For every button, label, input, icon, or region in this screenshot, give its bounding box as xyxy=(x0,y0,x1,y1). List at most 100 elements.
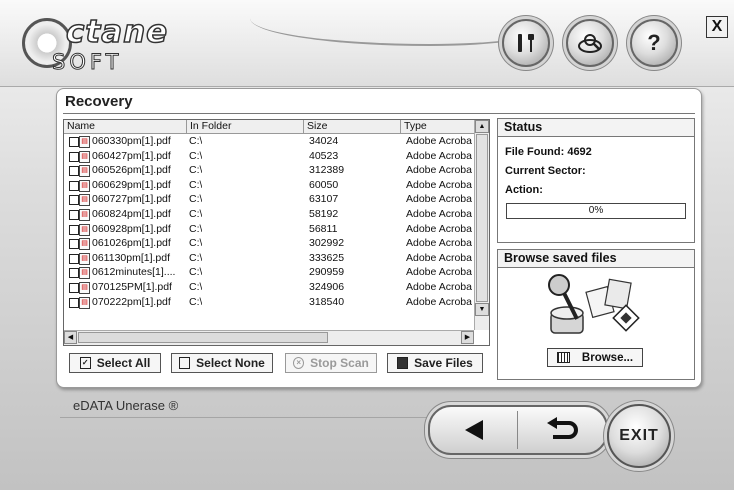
table-row[interactable]: ▤ 060928pm[1].pdf C:\ 56811 Adobe Acroba xyxy=(64,222,474,237)
octane-soft-logo: ctane SOFT xyxy=(22,13,168,75)
row-checkbox[interactable] xyxy=(69,151,79,162)
scan-button[interactable] xyxy=(566,19,614,67)
return-arrow-icon xyxy=(546,417,578,439)
row-folder: C:\ xyxy=(189,237,203,250)
row-checkbox[interactable] xyxy=(69,297,79,308)
row-size: 302992 xyxy=(309,237,345,250)
row-name: 060526pm[1].pdf xyxy=(92,164,171,177)
select-none-button[interactable]: Select None xyxy=(171,353,273,373)
row-size: 60050 xyxy=(309,178,339,191)
row-name: 060629pm[1].pdf xyxy=(92,178,171,191)
row-type: Adobe Acroba xyxy=(406,237,472,250)
pdf-file-icon: ▤ xyxy=(79,136,90,148)
row-checkbox[interactable] xyxy=(69,268,79,279)
help-button[interactable]: ? xyxy=(630,19,678,67)
scroll-down-icon[interactable]: ▼ xyxy=(475,303,489,316)
row-size: 318540 xyxy=(309,295,345,308)
vertical-scrollbar[interactable]: ▲ ▼ xyxy=(474,120,489,330)
row-folder: C:\ xyxy=(189,295,203,308)
save-files-button[interactable]: Save Files xyxy=(387,353,483,373)
scroll-right-icon[interactable]: ▶ xyxy=(461,331,474,344)
vertical-scroll-thumb[interactable] xyxy=(476,134,488,302)
current-sector-text: Current Sector: xyxy=(505,165,586,177)
select-all-button[interactable]: ✓ Select All xyxy=(69,353,161,373)
grid-icon xyxy=(556,352,570,363)
table-row[interactable]: ▤ 061130pm[1].pdf C:\ 333625 Adobe Acroba xyxy=(64,251,474,266)
file-rows: ▤ 060330pm[1].pdf C:\ 34024 Adobe Acroba ▤ 06… xyxy=(64,134,474,330)
row-checkbox[interactable] xyxy=(69,209,79,220)
row-type: Adobe Acroba xyxy=(406,207,472,220)
check-document-icon: ✓ xyxy=(79,357,91,369)
row-type: Adobe Acroba xyxy=(406,135,472,147)
row-checkbox[interactable] xyxy=(69,253,79,264)
stop-scan-label: Stop Scan xyxy=(310,356,369,370)
row-checkbox[interactable] xyxy=(69,282,79,293)
product-name: eDATA Unerase ® xyxy=(73,398,179,413)
table-row[interactable]: ▤ 061026pm[1].pdf C:\ 302992 Adobe Acroba xyxy=(64,236,474,251)
pdf-file-icon: ▤ xyxy=(79,281,90,294)
row-name: 060427pm[1].pdf xyxy=(92,149,171,162)
row-type: Adobe Acroba xyxy=(406,280,472,293)
row-folder: C:\ xyxy=(189,251,203,264)
row-checkbox[interactable] xyxy=(69,137,79,147)
file-list[interactable]: Name In Folder Size Type ▤ 060330pm[1].pd… xyxy=(63,119,490,346)
table-row[interactable]: ▤ 060824pm[1].pdf C:\ 58192 Adobe Acroba xyxy=(64,207,474,222)
column-in-folder[interactable]: In Folder xyxy=(187,120,304,133)
table-row[interactable]: ▤ 070222pm[1].pdf C:\ 318540 Adobe Acroba xyxy=(64,295,474,310)
return-button[interactable] xyxy=(518,407,605,453)
column-size[interactable]: Size xyxy=(304,120,401,133)
horizontal-scrollbar[interactable]: ◀ ▶ xyxy=(64,330,474,345)
row-checkbox[interactable] xyxy=(69,239,79,250)
row-name: 070222pm[1].pdf xyxy=(92,295,171,308)
tools-button[interactable] xyxy=(502,19,550,67)
row-folder: C:\ xyxy=(189,178,203,191)
row-size: 40523 xyxy=(309,149,339,162)
row-type: Adobe Acroba xyxy=(406,251,472,264)
column-type[interactable]: Type xyxy=(401,120,474,133)
app-window: ctane SOFT ? X Recovery Name In Folder S… xyxy=(0,0,734,490)
column-name[interactable]: Name xyxy=(64,120,187,133)
close-button[interactable]: X xyxy=(706,16,728,38)
row-checkbox[interactable] xyxy=(69,180,79,191)
table-row[interactable]: ▤ 0612minutes[1].... C:\ 290959 Adobe Acroba xyxy=(64,265,474,280)
row-folder: C:\ xyxy=(189,135,203,147)
table-row[interactable]: ▤ 060330pm[1].pdf C:\ 34024 Adobe Acroba xyxy=(64,134,474,149)
row-type: Adobe Acroba xyxy=(406,295,472,308)
row-checkbox[interactable] xyxy=(69,224,79,235)
browse-title: Browse saved files xyxy=(498,250,694,268)
pdf-file-icon: ▤ xyxy=(79,165,90,178)
table-row[interactable]: ▤ 060727pm[1].pdf C:\ 63107 Adobe Acroba xyxy=(64,192,474,207)
blank-document-icon xyxy=(179,357,191,369)
row-folder: C:\ xyxy=(189,193,203,206)
scroll-left-icon[interactable]: ◀ xyxy=(64,331,77,344)
scan-icon xyxy=(578,34,602,53)
table-row[interactable]: ▤ 060526pm[1].pdf C:\ 312389 Adobe Acroba xyxy=(64,163,474,178)
row-size: 63107 xyxy=(309,193,339,206)
back-button[interactable] xyxy=(430,407,517,453)
table-row[interactable]: ▤ 060629pm[1].pdf C:\ 60050 Adobe Acroba xyxy=(64,178,474,193)
row-type: Adobe Acroba xyxy=(406,149,472,162)
row-type: Adobe Acroba xyxy=(406,193,472,206)
recovery-panel: Recovery Name In Folder Size Type ▤ 06033… xyxy=(56,88,702,388)
pdf-file-icon: ▤ xyxy=(79,194,90,207)
browse-button[interactable]: Browse... xyxy=(547,348,643,367)
pdf-file-icon: ▤ xyxy=(79,208,90,221)
row-size: 290959 xyxy=(309,266,345,279)
pdf-file-icon: ▤ xyxy=(79,252,90,265)
row-checkbox[interactable] xyxy=(69,195,79,206)
tools-icon xyxy=(518,34,534,52)
progress-bar: 0% xyxy=(506,203,686,219)
stop-icon: × xyxy=(293,357,305,369)
stop-scan-button[interactable]: × Stop Scan xyxy=(285,353,377,373)
row-name: 061130pm[1].pdf xyxy=(92,251,171,264)
table-row[interactable]: ▤ 070125PM[1].pdf C:\ 324906 Adobe Acroba xyxy=(64,280,474,295)
row-type: Adobe Acroba xyxy=(406,266,472,279)
table-row[interactable]: ▤ 060427pm[1].pdf C:\ 40523 Adobe Acroba xyxy=(64,149,474,164)
browse-saved-files-box: Browse saved files Browse... xyxy=(497,249,695,380)
save-files-label: Save Files xyxy=(414,356,473,370)
row-checkbox[interactable] xyxy=(69,166,79,177)
horizontal-scroll-thumb[interactable] xyxy=(78,332,328,343)
scroll-up-icon[interactable]: ▲ xyxy=(475,120,489,133)
exit-button[interactable]: EXIT xyxy=(607,404,671,468)
row-folder: C:\ xyxy=(189,222,203,235)
